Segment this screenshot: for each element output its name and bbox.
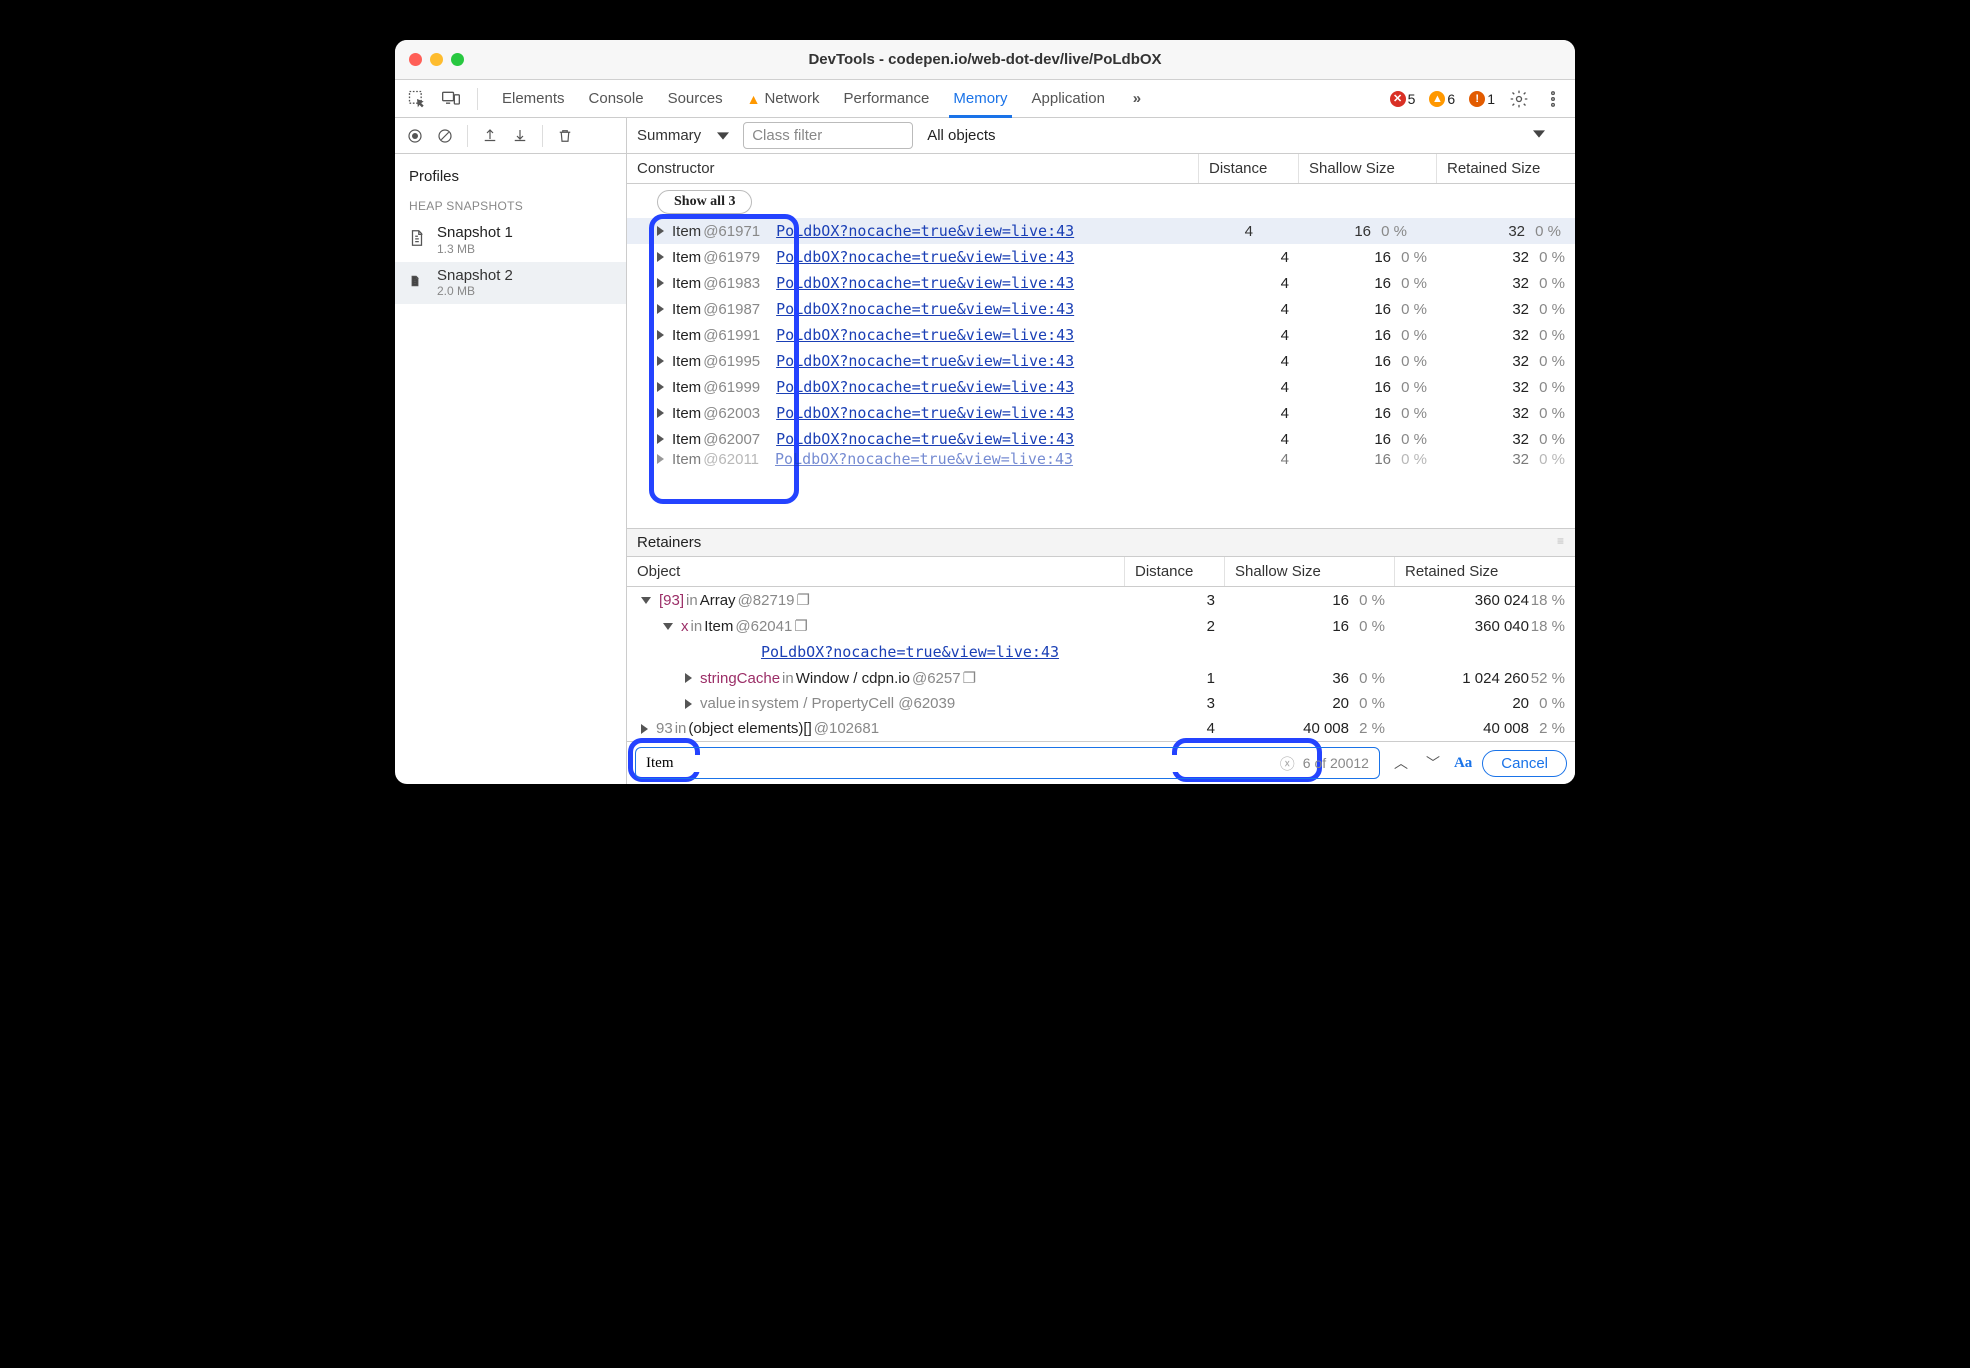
devtools-window: DevTools - codepen.io/web-dot-dev/live/P…	[395, 40, 1575, 784]
tab-sources[interactable]: Sources	[656, 80, 735, 117]
table-row[interactable]: Item @61971PoLdbOX?nocache=true&view=liv…	[627, 218, 1575, 244]
table-row[interactable]: Item @62011PoLdbOX?nocache=true&view=liv…	[627, 452, 1575, 466]
delete-icon[interactable]	[551, 122, 579, 150]
sidebar-item-snapshot[interactable]: Snapshot 22.0 MB	[395, 262, 626, 305]
class-filter-input[interactable]: Class filter	[743, 122, 913, 149]
table-row[interactable]: Item @62003PoLdbOX?nocache=true&view=liv…	[627, 400, 1575, 426]
inspect-icon[interactable]	[403, 85, 431, 113]
view-selector[interactable]: Summary	[637, 127, 733, 144]
window-title: DevTools - codepen.io/web-dot-dev/live/P…	[395, 51, 1575, 68]
retainer-row[interactable]: [93] in Array @82719 ❐ 3 160 % 360 02418…	[627, 587, 1575, 613]
gear-icon[interactable]	[1505, 85, 1533, 113]
error-count[interactable]: ✕5	[1390, 91, 1416, 107]
profile-toolbar: Summary Class filter All objects	[395, 118, 1575, 154]
scope-selector[interactable]: All objects	[927, 127, 995, 144]
tab-elements[interactable]: Elements	[490, 80, 577, 117]
search-bar: ⓧ 6 of 20012 ︿ ﹀ Aa Cancel	[627, 741, 1575, 784]
retainer-row[interactable]: PoLdbOX?nocache=true&view=live:43	[627, 639, 1575, 665]
profiles-sidebar: Profiles HEAP SNAPSHOTS Snapshot 11.3 MB…	[395, 154, 627, 784]
search-count: 6 of 20012	[1303, 755, 1369, 771]
traffic-lights	[409, 53, 464, 66]
tab-performance[interactable]: Performance	[831, 80, 941, 117]
retainer-row[interactable]: 93 in (object elements)[] @102681 4 40 0…	[627, 716, 1575, 741]
source-link[interactable]: PoLdbOX?nocache=true&view=live:43	[776, 274, 1074, 292]
source-link[interactable]: PoLdbOX?nocache=true&view=live:43	[776, 300, 1074, 318]
table-row[interactable]: Item @61999PoLdbOX?nocache=true&view=liv…	[627, 374, 1575, 400]
constructor-rows: Show all 3 Item @61971PoLdbOX?nocache=tr…	[627, 184, 1575, 528]
source-link[interactable]: PoLdbOX?nocache=true&view=live:43	[776, 248, 1074, 266]
table-row[interactable]: Item @61983PoLdbOX?nocache=true&view=liv…	[627, 270, 1575, 296]
search-box: ⓧ 6 of 20012	[635, 747, 1380, 779]
ret-col-retained[interactable]: Retained Size	[1395, 557, 1575, 586]
source-link[interactable]: PoLdbOX?nocache=true&view=live:43	[775, 452, 1073, 466]
tab-console[interactable]: Console	[577, 80, 656, 117]
clear-search-icon[interactable]: ⓧ	[1280, 753, 1295, 774]
tab-network[interactable]: ▲Network	[735, 80, 832, 117]
source-link[interactable]: PoLdbOX?nocache=true&view=live:43	[776, 352, 1074, 370]
source-link[interactable]: PoLdbOX?nocache=true&view=live:43	[776, 326, 1074, 344]
clear-icon[interactable]	[431, 122, 459, 150]
drag-handle-icon[interactable]: ≡	[1557, 534, 1565, 551]
warning-count[interactable]: ▲6	[1429, 91, 1455, 107]
table-row[interactable]: Item @61987PoLdbOX?nocache=true&view=liv…	[627, 296, 1575, 322]
record-icon[interactable]	[401, 122, 429, 150]
table-row[interactable]: Item @61995PoLdbOX?nocache=true&view=liv…	[627, 348, 1575, 374]
ret-col-object[interactable]: Object	[627, 557, 1125, 586]
tab-memory[interactable]: Memory	[941, 80, 1019, 117]
source-link[interactable]: PoLdbOX?nocache=true&view=live:43	[776, 404, 1074, 422]
retainers-title: Retainers≡	[627, 529, 1575, 557]
show-all-button[interactable]: Show all 3	[657, 190, 752, 214]
titlebar: DevTools - codepen.io/web-dot-dev/live/P…	[395, 40, 1575, 80]
col-shallow[interactable]: Shallow Size	[1299, 154, 1437, 183]
maximize-window-icon[interactable]	[451, 53, 464, 66]
col-constructor[interactable]: Constructor	[627, 154, 1199, 183]
search-next-icon[interactable]: ﹀	[1422, 753, 1444, 773]
snapshot-icon	[409, 274, 427, 291]
search-prev-icon[interactable]: ︿	[1390, 753, 1412, 773]
ret-col-distance[interactable]: Distance	[1125, 557, 1225, 586]
more-tabs-icon[interactable]: »	[1123, 85, 1151, 113]
retainer-row[interactable]: stringCache in Window / cdpn.io @6257 ❐ …	[627, 665, 1575, 691]
retainer-row[interactable]: value in system / PropertyCell @62039 3 …	[627, 691, 1575, 716]
match-case-button[interactable]: Aa	[1454, 755, 1472, 772]
constructor-table-header: Constructor Distance Shallow Size Retain…	[627, 154, 1575, 184]
profiles-heading: Profiles	[395, 162, 626, 195]
table-row[interactable]: Item @61991PoLdbOX?nocache=true&view=liv…	[627, 322, 1575, 348]
snapshot-icon	[409, 229, 427, 251]
sidebar-item-snapshot[interactable]: Snapshot 11.3 MB	[395, 219, 626, 262]
sidebar-group: HEAP SNAPSHOTS	[395, 195, 626, 219]
main-tabstrip: ElementsConsoleSources▲NetworkPerformanc…	[395, 80, 1575, 118]
table-row[interactable]: Item @61979PoLdbOX?nocache=true&view=liv…	[627, 244, 1575, 270]
source-link[interactable]: PoLdbOX?nocache=true&view=live:43	[776, 430, 1074, 448]
tab-application[interactable]: Application	[1020, 80, 1117, 117]
upload-icon[interactable]	[476, 122, 504, 150]
retainer-row[interactable]: x in Item @62041 ❐ 2 160 % 360 04018 %	[627, 613, 1575, 639]
close-window-icon[interactable]	[409, 53, 422, 66]
device-icon[interactable]	[437, 85, 465, 113]
kebab-icon[interactable]	[1539, 85, 1567, 113]
download-icon[interactable]	[506, 122, 534, 150]
retainers-pane: Retainers≡ Object Distance Shallow Size …	[627, 528, 1575, 741]
col-retained[interactable]: Retained Size	[1437, 154, 1575, 183]
search-input[interactable]	[646, 755, 1272, 772]
table-row[interactable]: Item @62007PoLdbOX?nocache=true&view=liv…	[627, 426, 1575, 452]
cancel-button[interactable]: Cancel	[1482, 750, 1567, 777]
ret-col-shallow[interactable]: Shallow Size	[1225, 557, 1395, 586]
col-distance[interactable]: Distance	[1199, 154, 1299, 183]
scope-dropdown-icon[interactable]	[1533, 127, 1545, 144]
source-link[interactable]: PoLdbOX?nocache=true&view=live:43	[776, 378, 1074, 396]
source-link[interactable]: PoLdbOX?nocache=true&view=live:43	[776, 222, 1074, 240]
issue-count[interactable]: !1	[1469, 91, 1495, 107]
minimize-window-icon[interactable]	[430, 53, 443, 66]
